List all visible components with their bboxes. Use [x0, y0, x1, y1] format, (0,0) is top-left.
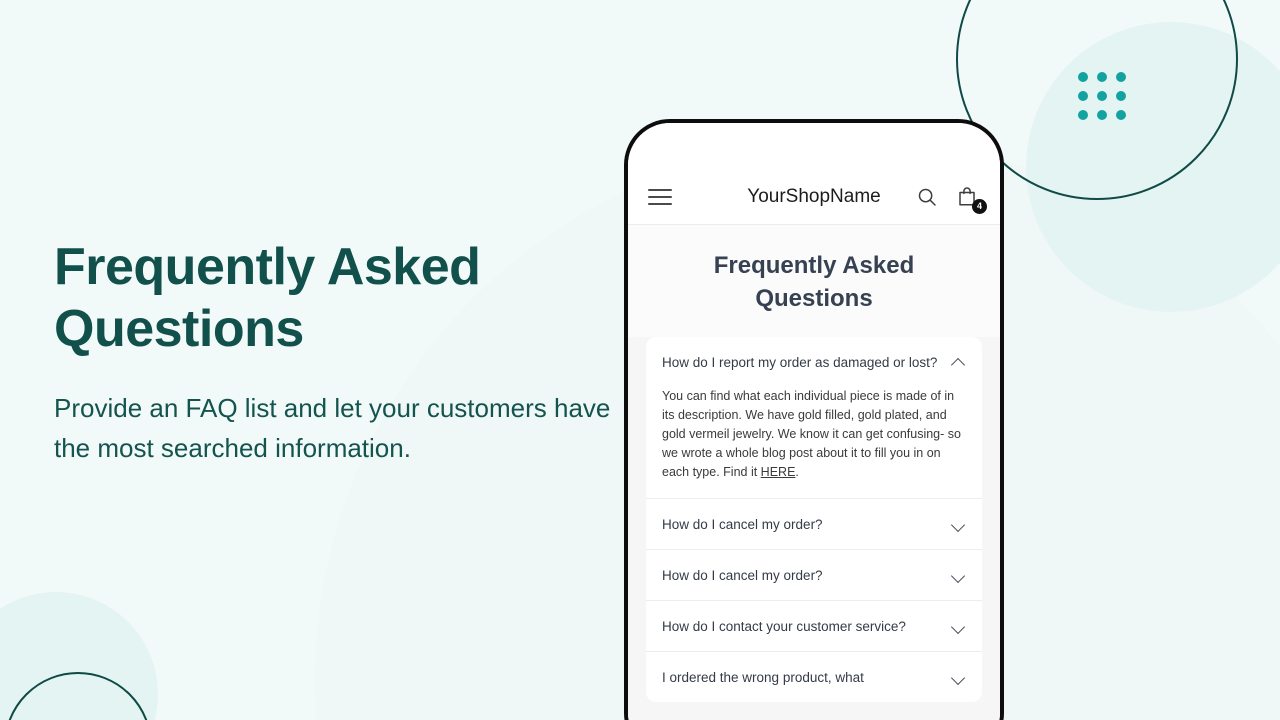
- promo-subcopy: Provide an FAQ list and let your custome…: [54, 393, 611, 463]
- faq-item: How do I cancel my order?: [646, 499, 982, 550]
- chevron-down-icon[interactable]: [951, 517, 966, 532]
- faq-question: How do I contact your customer service?: [662, 619, 906, 634]
- phone-screen: YourShopName 4 Frequently Asked Question…: [628, 123, 1000, 720]
- dot-grid-decoration: [1078, 72, 1126, 120]
- shopping-bag-icon[interactable]: 4: [954, 184, 987, 214]
- dot: [1078, 110, 1088, 120]
- chevron-down-icon[interactable]: [951, 619, 966, 634]
- promo-copy: Frequently Asked Questions Provide an FA…: [54, 236, 614, 468]
- faq-question-row[interactable]: I ordered the wrong product, what: [646, 652, 982, 702]
- dot: [1097, 91, 1107, 101]
- faq-question-row[interactable]: How do I cancel my order?: [646, 499, 982, 549]
- faq-item: How do I report my order as damaged or l…: [646, 337, 982, 499]
- faq-answer-tail: .: [795, 465, 799, 479]
- dot: [1097, 110, 1107, 120]
- app-bar: YourShopName 4: [628, 169, 1000, 225]
- faq-question: How do I cancel my order?: [662, 517, 823, 532]
- app-bar-actions: 4: [914, 184, 987, 214]
- dot: [1116, 72, 1126, 82]
- dot: [1078, 72, 1088, 82]
- faq-page-title: Frequently Asked Questions: [628, 225, 1000, 337]
- search-icon[interactable]: [914, 184, 940, 210]
- hamburger-line: [648, 188, 672, 191]
- dot: [1116, 91, 1126, 101]
- faq-item: How do I contact your customer service?: [646, 601, 982, 652]
- hamburger-menu-icon[interactable]: [648, 188, 672, 205]
- dot: [1097, 72, 1107, 82]
- hamburger-line: [648, 202, 672, 205]
- cart-count-badge: 4: [972, 198, 987, 214]
- faq-answer-link[interactable]: HERE: [761, 465, 796, 479]
- dot: [1116, 110, 1126, 120]
- chevron-up-icon[interactable]: [951, 355, 966, 370]
- faq-question-row[interactable]: How do I contact your customer service?: [646, 601, 982, 651]
- faq-question-row[interactable]: How do I report my order as damaged or l…: [646, 337, 982, 387]
- faq-question: I ordered the wrong product, what: [662, 670, 864, 685]
- faq-answer: You can find what each individual piece …: [646, 387, 982, 498]
- faq-question: How do I report my order as damaged or l…: [662, 355, 938, 370]
- chevron-down-icon[interactable]: [951, 670, 966, 685]
- faq-question: How do I cancel my order?: [662, 568, 823, 583]
- chevron-down-icon[interactable]: [951, 568, 966, 583]
- faq-accordion: How do I report my order as damaged or l…: [646, 337, 982, 702]
- phone-mockup: YourShopName 4 Frequently Asked Question…: [624, 119, 1004, 720]
- hamburger-line: [648, 195, 672, 198]
- faq-item: How do I cancel my order?: [646, 550, 982, 601]
- faq-page-content: Frequently Asked Questions How do I repo…: [628, 225, 1000, 720]
- top-right-filled-circle: [1026, 22, 1280, 312]
- page-title: Frequently Asked Questions: [54, 238, 481, 358]
- faq-answer-text: You can find what each individual piece …: [662, 389, 961, 479]
- faq-item: I ordered the wrong product, what: [646, 652, 982, 702]
- faq-question-row[interactable]: How do I cancel my order?: [646, 550, 982, 600]
- status-bar: [628, 123, 1000, 169]
- bottom-left-outline-circle: [4, 672, 152, 720]
- dot: [1078, 91, 1088, 101]
- bottom-left-filled-circle: [0, 592, 158, 720]
